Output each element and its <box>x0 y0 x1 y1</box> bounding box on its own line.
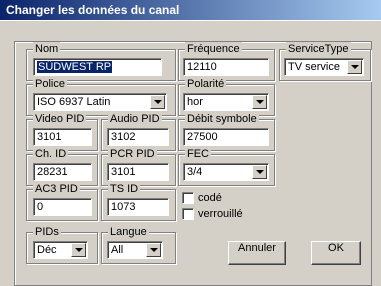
video-pid-input[interactable]: 3101 <box>33 128 92 146</box>
ac3-pid-input[interactable]: 0 <box>33 198 92 216</box>
polarite-label: Polarité <box>185 77 227 91</box>
debit-symbole-value: 27500 <box>187 131 218 143</box>
frequence-input[interactable]: 12110 <box>183 58 269 76</box>
frequence-value: 12110 <box>187 61 217 73</box>
pids-select[interactable]: Déc <box>33 241 88 259</box>
video-pid-label: Video PID <box>33 112 87 126</box>
nom-value: SÜDWEST RP <box>37 61 113 73</box>
langue-label: Langue <box>108 225 149 239</box>
code-checkbox[interactable] <box>182 192 194 204</box>
audio-pid-value: 3102 <box>111 131 136 143</box>
police-label: Police <box>33 77 67 91</box>
ts-id-label: TS ID <box>108 182 141 196</box>
polarite-value: hor <box>187 96 203 108</box>
pids-label: PIDs <box>33 225 61 239</box>
fec-select[interactable]: 3/4 <box>183 163 269 181</box>
cancel-button[interactable]: Annuler <box>228 241 286 265</box>
debit-symbole-input[interactable]: 27500 <box>183 128 269 146</box>
chevron-down-icon[interactable] <box>252 95 267 109</box>
audio-pid-input[interactable]: 3102 <box>107 128 169 146</box>
video-pid-value: 3101 <box>37 131 62 143</box>
ok-button[interactable]: OK <box>311 241 361 265</box>
ts-id-value: 1073 <box>111 201 136 213</box>
dialog-client: Nom SÜDWEST RP Fréquence 12110 ServiceTy… <box>0 20 381 286</box>
verrouille-checkbox[interactable] <box>182 208 194 220</box>
fec-value: 3/4 <box>187 166 203 178</box>
service-type-select[interactable]: TV service <box>284 58 364 76</box>
ts-id-input[interactable]: 1073 <box>107 198 169 216</box>
verrouille-label: verrouillé <box>198 208 243 220</box>
code-label: codé <box>198 192 222 204</box>
pcr-pid-value: 3101 <box>111 166 136 178</box>
title-bar: Changer les données du canal <box>0 0 381 20</box>
audio-pid-label: Audio PID <box>108 112 162 126</box>
police-value: ISO 6937 Latin <box>37 96 111 108</box>
chevron-down-icon[interactable] <box>347 60 362 74</box>
ch-id-input[interactable]: 28231 <box>33 163 92 181</box>
fec-label: FEC <box>185 147 211 161</box>
pcr-pid-label: PCR PID <box>108 147 157 161</box>
police-select[interactable]: ISO 6937 Latin <box>33 93 167 111</box>
langue-value: All <box>111 244 124 256</box>
chevron-down-icon[interactable] <box>252 165 267 179</box>
ch-id-label: Ch. ID <box>33 147 69 161</box>
pcr-pid-input[interactable]: 3101 <box>107 163 169 181</box>
service-type-value: TV service <box>288 61 340 73</box>
ac3-pid-value: 0 <box>37 201 44 213</box>
pids-value: Déc <box>37 244 57 256</box>
polarite-select[interactable]: hor <box>183 93 269 111</box>
frequence-label: Fréquence <box>185 42 242 56</box>
nom-input[interactable]: SÜDWEST RP <box>33 58 162 76</box>
ch-id-value: 28231 <box>37 166 68 178</box>
debit-symbole-label: Débit symbole <box>185 112 259 126</box>
chevron-down-icon[interactable] <box>71 243 86 257</box>
langue-select[interactable]: All <box>107 241 163 259</box>
service-type-label: ServiceType <box>286 42 351 56</box>
chevron-down-icon[interactable] <box>150 95 165 109</box>
window-title: Changer les données du canal <box>6 3 180 17</box>
nom-label: Nom <box>33 42 61 56</box>
chevron-down-icon[interactable] <box>146 243 161 257</box>
ac3-pid-label: AC3 PID <box>33 182 80 196</box>
